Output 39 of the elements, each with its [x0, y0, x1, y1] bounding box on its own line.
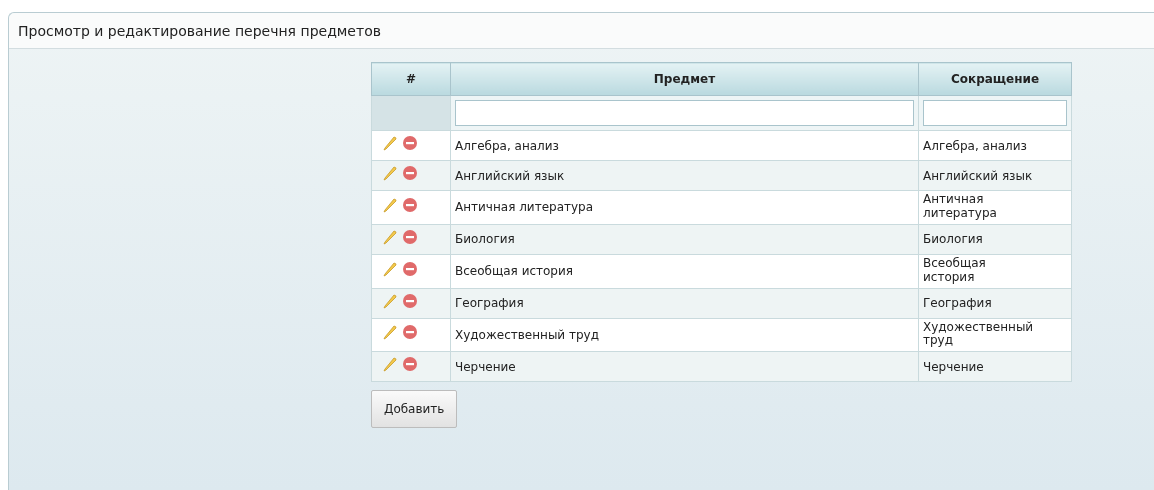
add-button[interactable]: Добавить	[371, 390, 458, 429]
pencil-icon[interactable]	[382, 356, 398, 373]
pencil-icon[interactable]	[382, 165, 398, 181]
delete-icon[interactable]	[402, 292, 418, 309]
delete-icon[interactable]	[402, 165, 418, 181]
pencil-icon[interactable]	[382, 135, 398, 151]
subject-name: География	[455, 296, 524, 311]
column-header: #	[371, 62, 451, 96]
pencil-icon[interactable]	[382, 324, 398, 341]
delete-icon[interactable]	[402, 356, 418, 373]
delete-icon[interactable]	[402, 324, 418, 341]
subject-name: Биология	[455, 232, 515, 247]
subject-abbreviation: Биология	[923, 233, 983, 248]
subject-abbreviation: Черчение	[923, 360, 984, 375]
delete-icon[interactable]	[402, 228, 418, 245]
subject-abbreviation: Античная литература	[923, 193, 998, 221]
pencil-icon[interactable]	[382, 292, 398, 309]
filter-field[interactable]	[923, 100, 1067, 126]
subject-abbreviation: География	[923, 297, 992, 311]
delete-icon[interactable]	[402, 135, 418, 151]
delete-icon[interactable]	[402, 260, 418, 277]
pencil-icon[interactable]	[382, 260, 398, 277]
subject-name: Алгебра, анализ	[455, 138, 559, 153]
subject-name: Художественный труд	[455, 328, 599, 342]
subject-abbreviation: Английский язык	[923, 169, 1033, 184]
delete-icon[interactable]	[402, 196, 418, 213]
subject-abbreviation: Алгебра, анализ	[923, 139, 1027, 154]
subject-abbreviation: Художественный труд	[923, 320, 1035, 349]
subject-abbreviation: Всеобщая история	[923, 256, 987, 285]
pencil-icon[interactable]	[382, 228, 398, 245]
subject-name: Античная литература	[455, 200, 594, 215]
column-header: Предмет	[450, 62, 919, 96]
subject-name: Всеобщая история	[455, 264, 573, 279]
filter-field[interactable]	[455, 100, 914, 126]
column-header: Сокращение	[918, 62, 1072, 96]
panel-title: Просмотр и редактирование перечня предметов	[9, 13, 1154, 49]
subject-name: Английский язык	[455, 168, 565, 183]
pencil-icon[interactable]	[382, 196, 398, 213]
subject-name: Черчение	[455, 359, 516, 374]
